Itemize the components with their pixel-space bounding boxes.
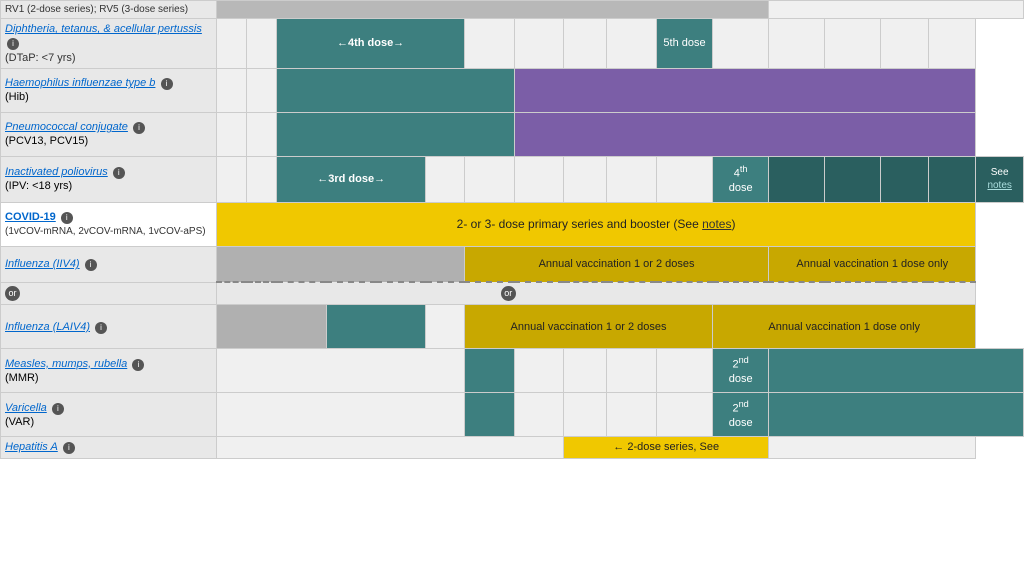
- mmr-name-cell: Measles, mumps, rubella i (MMR): [1, 349, 217, 393]
- dtap-dose5-cell: 5th dose: [656, 19, 712, 69]
- rv-text: RV1 (2-dose series); RV5 (3-dose series): [5, 4, 188, 15]
- dtap-link[interactable]: Diphtheria, tetanus, & acellular pertuss…: [5, 23, 202, 35]
- dtap-15mo: [464, 19, 514, 69]
- ipv-link[interactable]: Inactivated poliovirus: [5, 166, 108, 178]
- hib-row: Haemophilus influenzae type b i (Hib): [1, 68, 1024, 112]
- var-link[interactable]: Varicella: [5, 402, 47, 414]
- flu-laiv4-link[interactable]: Influenza (LAIV4): [5, 321, 90, 333]
- dtap-name-cell: Diphtheria, tetanus, & acellular pertuss…: [1, 19, 217, 69]
- dtap-1mo: [247, 19, 277, 69]
- ipv-row: Inactivated poliovirus i (IPV: <18 yrs) …: [1, 156, 1024, 202]
- pcv-subtext: (PCV13, PCV15): [5, 135, 88, 147]
- hib-link[interactable]: Haemophilus influenzae type b: [5, 77, 155, 89]
- covid-info-icon[interactable]: i: [61, 212, 73, 224]
- dtap-dose5-text: 5th dose: [663, 37, 705, 49]
- mmr-link[interactable]: Measles, mumps, rubella: [5, 358, 127, 370]
- dtap-13-15yr: [825, 19, 881, 69]
- flu-laiv4-name-cell: Influenza (LAIV4) i: [1, 305, 217, 349]
- pcv-row: Pneumococcal conjugate i (PCV13, PCV15): [1, 112, 1024, 156]
- flu-iiv4-info-icon[interactable]: i: [85, 259, 97, 271]
- flu-iiv4-row: Influenza (IIV4) i Annual vaccination 1 …: [1, 246, 1024, 282]
- pcv-info-icon[interactable]: i: [133, 122, 145, 134]
- dtap-birth: [216, 19, 246, 69]
- covid-name-cell: COVID-19 i (1vCOV-mRNA, 2vCOV-mRNA, 1vCO…: [1, 202, 217, 246]
- mmr-info-icon[interactable]: i: [132, 359, 144, 371]
- hepa-info-icon[interactable]: i: [63, 442, 75, 454]
- mmr-subtext: (MMR): [5, 372, 39, 384]
- flu-iiv4-link[interactable]: Influenza (IIV4): [5, 258, 80, 270]
- flu-iiv4-right-text: Annual vaccination 1 dose only: [796, 258, 948, 270]
- ipv-subtext: (IPV: <18 yrs): [5, 180, 72, 192]
- hepa-name-cell: Hepatitis A i: [1, 437, 217, 458]
- rv-name-cell: RV1 (2-dose series); RV5 (3-dose series): [1, 1, 217, 19]
- dtap-dose4-text: ←4th dose→: [337, 37, 404, 49]
- covid-link[interactable]: COVID-19: [5, 211, 56, 223]
- dtap-info-icon[interactable]: i: [7, 38, 19, 50]
- dtap-dose4-cell: ←4th dose→: [277, 19, 465, 69]
- mmr-row: Measles, mumps, rubella i (MMR) 2nddose: [1, 349, 1024, 393]
- or-row: or or: [1, 282, 1024, 305]
- ipv-see-notes-cell: Seenotes: [976, 156, 1024, 202]
- flu-iiv4-name-cell: Influenza (IIV4) i: [1, 246, 217, 282]
- rv-row: RV1 (2-dose series); RV5 (3-dose series): [1, 1, 1024, 19]
- hib-subtext: (Hib): [5, 91, 29, 103]
- hepa-row: Hepatitis A i ← 2-dose series, See: [1, 437, 1024, 458]
- ipv-name-cell: Inactivated poliovirus i (IPV: <18 yrs): [1, 156, 217, 202]
- flu-laiv4-right-text: Annual vaccination 1 dose only: [768, 321, 920, 333]
- dtap-18mo: [514, 19, 564, 69]
- flu-laiv4-row: Influenza (LAIV4) i Annual vaccination 1…: [1, 305, 1024, 349]
- flu-laiv4-info-icon[interactable]: i: [95, 322, 107, 334]
- dtap-subtext: (DTaP: <7 yrs): [5, 52, 76, 64]
- ipv-info-icon[interactable]: i: [113, 167, 125, 179]
- flu-laiv4-left-text: Annual vaccination 1 or 2 doses: [511, 321, 667, 333]
- or-badge: or: [5, 286, 20, 301]
- covid-main-cell: 2- or 3- dose primary series and booster…: [216, 202, 976, 246]
- dtap-7-10yr: [713, 19, 769, 69]
- hib-info-icon[interactable]: i: [161, 78, 173, 90]
- dtap-16yr: [881, 19, 928, 69]
- var-name-cell: Varicella i (VAR): [1, 393, 217, 437]
- dtap-17-18yr: [928, 19, 975, 69]
- var-row: Varicella i (VAR) 2nddose: [1, 393, 1024, 437]
- flu-iiv4-left-text: Annual vaccination 1 or 2 doses: [539, 258, 695, 270]
- covid-row: COVID-19 i (1vCOV-mRNA, 2vCOV-mRNA, 1vCO…: [1, 202, 1024, 246]
- hepa-link[interactable]: Hepatitis A: [5, 441, 58, 453]
- covid-main-text: 2- or 3- dose primary series and booster…: [457, 217, 736, 231]
- var-info-icon[interactable]: i: [52, 403, 64, 415]
- hib-name-cell: Haemophilus influenzae type b i (Hib): [1, 68, 217, 112]
- dtap-2-3yr: [607, 19, 657, 69]
- hepa-main-text: ← 2-dose series, See: [613, 441, 719, 453]
- ipv-dose3: ←3rd dose→: [317, 173, 385, 185]
- or-middle-badge: or: [501, 286, 516, 301]
- pcv-name-cell: Pneumococcal conjugate i (PCV13, PCV15): [1, 112, 217, 156]
- or-cell: or: [1, 282, 217, 305]
- ipv-see-notes: Seenotes: [987, 167, 1011, 191]
- covid-subtext: (1vCOV-mRNA, 2vCOV-mRNA, 1vCOV-aPS): [5, 226, 206, 237]
- dtap-11-12yr: [769, 19, 825, 69]
- var-subtext: (VAR): [5, 416, 34, 428]
- pcv-link[interactable]: Pneumococcal conjugate: [5, 121, 128, 133]
- dtap-19-23mo: [564, 19, 607, 69]
- dtap-row: Diphtheria, tetanus, & acellular pertuss…: [1, 19, 1024, 69]
